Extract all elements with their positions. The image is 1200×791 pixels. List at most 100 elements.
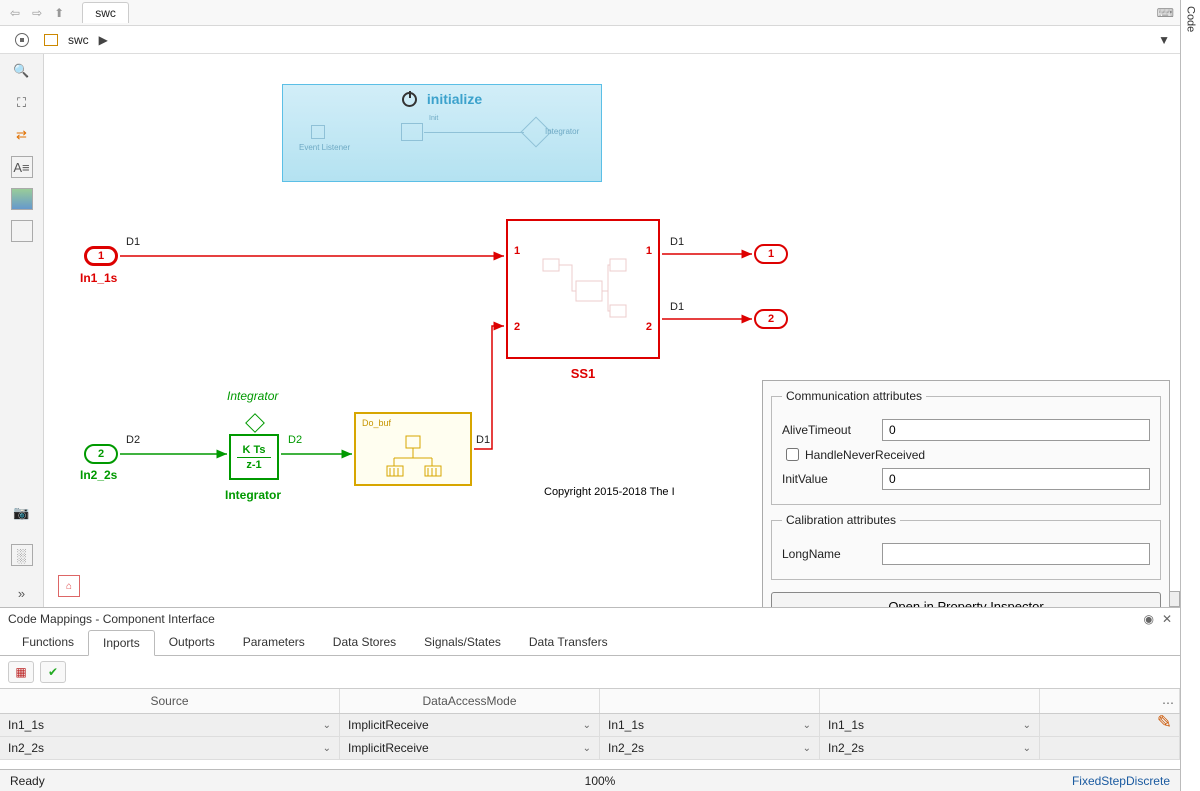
cell-dam[interactable]: ImplicitReceive⌄ [340,714,600,736]
integrator-block[interactable]: K Ts z-1 [229,434,279,480]
long-name-input[interactable] [882,543,1150,565]
communication-attributes-group: Communication attributes AliveTimeout Ha… [771,389,1161,505]
integrator-out-label: D2 [288,434,302,446]
inport-2-num: 2 [98,448,104,460]
handle-never-received-checkbox[interactable] [786,448,799,461]
annotate-icon[interactable]: A≡ [11,156,33,178]
event-listener-label: Event Listener [299,143,350,152]
cell-c3[interactable]: In1_1s⌄ [600,714,820,736]
initialize-title: initialize [427,91,482,107]
integrator-diamond-icon [245,413,265,433]
model-canvas[interactable]: initialize Event Listener Init Integrato… [44,54,1180,607]
attributes-popup: Communication attributes AliveTimeout Ha… [762,380,1170,607]
cell-source[interactable]: In2_2s⌄ [0,737,340,759]
code-side-tab[interactable]: Code [1180,0,1200,791]
col-4[interactable] [820,689,1040,713]
mappings-settings-button[interactable]: ▦ [8,661,34,683]
cell-c3[interactable]: In2_2s⌄ [600,737,820,759]
ss1-out1-sig: D1 [670,236,684,248]
integrator-italic-label: Integrator [227,389,278,403]
power-icon [402,92,417,107]
keyboard-icon[interactable]: ⌨ [1157,6,1174,20]
camera-icon[interactable]: 📷 [11,502,33,524]
inport-1[interactable]: 1 [84,246,118,266]
tab-outports[interactable]: Outports [155,630,229,655]
ss1-in1-num: 1 [514,245,520,257]
ss1-out2-num: 2 [646,321,652,333]
tab-signals-states[interactable]: Signals/States [410,630,515,655]
alive-timeout-input[interactable] [882,419,1150,441]
document-tab[interactable]: swc [82,2,129,23]
rail-expand-icon[interactable]: » [18,586,25,601]
mappings-close-icon[interactable]: ✕ [1162,612,1172,626]
code-mappings-panel: Code Mappings - Component Interface ◉ ✕ … [0,607,1180,769]
init-label: Init [429,115,438,122]
outport-2[interactable]: 2 [754,309,788,329]
box-icon[interactable] [11,220,33,242]
nav-back-icon[interactable]: ⇦ [6,4,24,22]
cell-dam[interactable]: ImplicitReceive⌄ [340,737,600,759]
outport-1-num: 1 [768,248,774,260]
tab-functions[interactable]: Functions [8,630,88,655]
in2-signal-label: D2 [126,434,140,446]
code-mappings-title: Code Mappings - Component Interface [8,612,215,626]
mappings-edit-icon[interactable]: ✎ [1157,712,1172,733]
breadcrumb-dropdown-icon[interactable]: ▼ [1148,33,1180,47]
nav-toolbar: ⇦ ⇨ ⬆ swc ⌨ [0,0,1180,26]
integrator-kts: K Ts [231,444,277,456]
ss1-title: SS1 [506,366,660,381]
zoom-icon[interactable]: 🔍 [11,60,33,82]
tab-parameters[interactable]: Parameters [229,630,319,655]
col-3[interactable] [600,689,820,713]
cell-c4[interactable]: In1_1s⌄ [820,714,1040,736]
breadcrumb-model[interactable]: swc [58,33,99,47]
table-row[interactable]: In2_2s⌄ImplicitReceive⌄In2_2s⌄In2_2s⌄ [0,737,1180,760]
handle-never-received-label: HandleNeverReceived [805,448,925,462]
nav-up-icon[interactable]: ⬆ [50,4,68,22]
col-source[interactable]: Source [0,689,340,713]
tab-data-transfers[interactable]: Data Transfers [515,630,622,655]
ss1-out2-sig: D1 [670,301,684,313]
inport-1-num: 1 [98,250,104,262]
ss1-in2-num: 2 [514,321,520,333]
outport-2-num: 2 [768,313,774,325]
dobuf-label: Do_buf [362,418,391,428]
table-row[interactable]: In1_1s⌄ImplicitReceive⌄In1_1s⌄In1_1s⌄ [0,714,1180,737]
ss1-out1-num: 1 [646,245,652,257]
calibration-attributes-group: Calibration attributes LongName [771,513,1161,580]
open-property-inspector-button[interactable]: Open in Property Inspector [771,592,1161,607]
breadcrumb: swc ▶ ▼ [0,26,1180,54]
breadcrumb-chevron-icon[interactable]: ▶ [99,33,108,47]
initialize-subsystem[interactable]: initialize Event Listener Init Integrato… [282,84,602,182]
status-solver[interactable]: FixedStepDiscrete [1072,774,1170,788]
mappings-more-icon[interactable]: ⋯ [1162,696,1174,710]
outport-1[interactable]: 1 [754,244,788,264]
mappings-table: Source DataAccessMode In1_1s⌄ImplicitRec… [0,688,1180,769]
mappings-apply-button[interactable]: ✔ [40,661,66,683]
mappings-min-icon[interactable]: ◉ [1143,612,1153,626]
alive-timeout-label: AliveTimeout [782,423,882,437]
canvas-toolbar: 🔍 ⛶ ⇄ A≡ 📷 ░ » [0,54,44,607]
hierarchy-icon[interactable]: ⌂ [58,575,80,597]
dobuf-out-label: D1 [476,434,490,446]
init-value-input[interactable] [882,468,1150,490]
tab-data-stores[interactable]: Data Stores [319,630,410,655]
col-data-access-mode[interactable]: DataAccessMode [340,689,600,713]
code-mappings-tabs: Functions Inports Outports Parameters Da… [0,630,1180,656]
image-icon[interactable] [11,188,33,210]
grid-icon[interactable]: ░ [11,544,33,566]
cell-c4[interactable]: In2_2s⌄ [820,737,1040,759]
arrows-icon[interactable]: ⇄ [11,124,33,146]
nav-fwd-icon[interactable]: ⇨ [28,4,46,22]
model-icon [44,34,58,46]
fit-icon[interactable]: ⛶ [11,92,33,114]
status-zoom[interactable]: 100% [585,774,616,788]
target-icon[interactable] [15,33,29,47]
inport-2[interactable]: 2 [84,444,118,464]
integrator-small-label: Integrator [545,127,579,136]
ss1-block[interactable]: 1 2 1 2 [506,219,660,359]
integrator-zm1: z-1 [231,459,277,471]
cell-source[interactable]: In1_1s⌄ [0,714,340,736]
tab-inports[interactable]: Inports [88,630,155,656]
integrator-name: Integrator [225,488,281,502]
